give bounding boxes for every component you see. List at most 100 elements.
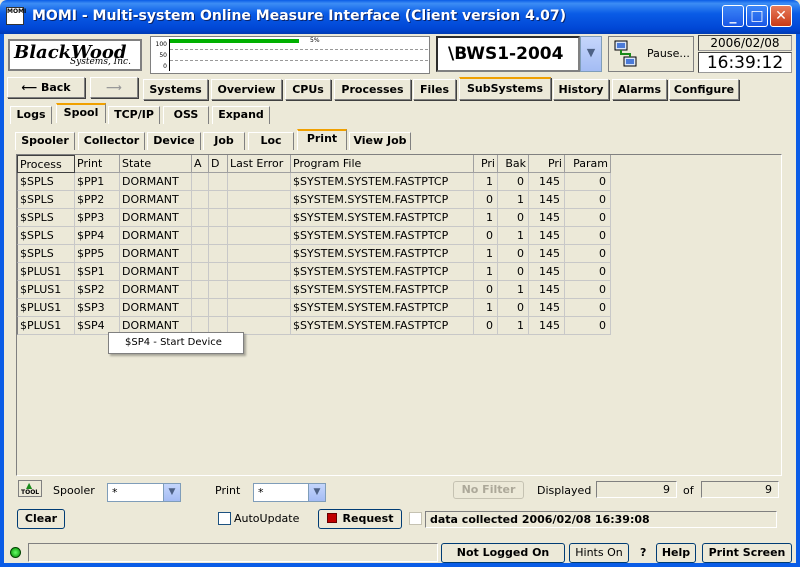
tab-spool[interactable]: Spool xyxy=(56,103,106,123)
table-cell xyxy=(209,299,228,317)
table-cell: 1 xyxy=(474,173,498,191)
collected-checkbox[interactable] xyxy=(409,512,422,525)
table-cell: 0 xyxy=(565,299,611,317)
total-count: 9 xyxy=(701,481,779,498)
tab-logs[interactable]: Logs xyxy=(10,106,52,124)
autoupdate-checkbox[interactable] xyxy=(218,512,231,525)
spooler-filter-label: Spooler xyxy=(53,484,95,497)
back-button[interactable]: ⟵ Back xyxy=(7,77,85,98)
pause-label: Pause... xyxy=(647,47,690,60)
node-selector[interactable]: \BWS1-2004 xyxy=(436,36,580,72)
not-logged-on-button[interactable]: Not Logged On xyxy=(441,543,565,563)
print-screen-button[interactable]: Print Screen xyxy=(702,543,792,563)
table-cell xyxy=(228,209,291,227)
nav-systems[interactable]: Systems xyxy=(143,79,208,100)
table-cell: $PP3 xyxy=(75,209,120,227)
nav-cpus[interactable]: CPUs xyxy=(285,79,331,100)
column-header[interactable]: Process xyxy=(17,155,75,173)
forward-button[interactable]: ⟶ xyxy=(90,77,138,98)
table-cell: $SP2 xyxy=(75,281,120,299)
column-header[interactable]: Last Error xyxy=(228,155,291,173)
nav-subsystems[interactable]: SubSystems xyxy=(459,77,551,100)
tab-view-job[interactable]: View Job xyxy=(349,132,411,150)
graph-scale-min: 0 xyxy=(163,63,167,70)
tool-button[interactable]: ▲ TOOL xyxy=(18,480,42,497)
nav-configure[interactable]: Configure xyxy=(669,79,739,100)
pause-button[interactable]: Pause... xyxy=(608,36,694,72)
table-cell xyxy=(192,245,209,263)
column-header[interactable]: Pri xyxy=(474,155,498,173)
tab-job[interactable]: Job xyxy=(203,132,245,150)
column-header[interactable]: Param xyxy=(565,155,611,173)
table-cell: $PLUS1 xyxy=(17,281,75,299)
table-cell xyxy=(192,173,209,191)
chevron-down-icon[interactable]: ▼ xyxy=(308,484,325,501)
question-icon[interactable]: ? xyxy=(640,546,646,559)
tab-loc[interactable]: Loc xyxy=(248,132,294,150)
table-cell: DORMANT xyxy=(120,173,192,191)
table-cell: 0 xyxy=(565,173,611,191)
minimize-button[interactable]: _ xyxy=(722,5,744,27)
graph-scale-mid: 50 xyxy=(159,52,167,59)
nav-overview[interactable]: Overview xyxy=(211,79,282,100)
no-filter-button[interactable]: No Filter xyxy=(453,481,524,499)
node-dropdown-button[interactable]: ▼ xyxy=(580,36,602,72)
help-button[interactable]: Help xyxy=(656,543,696,563)
column-header[interactable]: D xyxy=(209,155,228,173)
context-menu-start-device[interactable]: $SP4 - Start Device xyxy=(108,332,244,354)
column-header[interactable]: Program File xyxy=(291,155,474,173)
table-cell: $SYSTEM.SYSTEM.FASTPTCP xyxy=(291,209,474,227)
table-cell: $SP3 xyxy=(75,299,120,317)
table-cell: 145 xyxy=(529,209,565,227)
column-header[interactable]: A xyxy=(192,155,209,173)
request-button[interactable]: Request xyxy=(318,509,402,529)
column-header[interactable]: Pri xyxy=(529,155,565,173)
maximize-icon: □ xyxy=(750,8,764,24)
table-cell: 1 xyxy=(498,281,529,299)
window-frame-bottom xyxy=(0,563,800,567)
table-cell: $SYSTEM.SYSTEM.FASTPTCP xyxy=(291,191,474,209)
company-logo: BlackWood Systems, Inc. xyxy=(8,39,142,71)
tab-collector[interactable]: Collector xyxy=(78,132,145,150)
column-header[interactable]: Print xyxy=(75,155,120,173)
table-cell: $PP4 xyxy=(75,227,120,245)
tab-expand[interactable]: Expand xyxy=(212,106,270,124)
nav-alarms[interactable]: Alarms xyxy=(612,79,667,100)
table-cell xyxy=(209,191,228,209)
table-cell: 1 xyxy=(474,299,498,317)
table-cell: 145 xyxy=(529,317,565,335)
nav-processes[interactable]: Processes xyxy=(334,79,411,100)
table-cell: $PP5 xyxy=(75,245,120,263)
spooler-filter-select[interactable]: * ▼ xyxy=(107,483,181,502)
table-cell: 1 xyxy=(498,227,529,245)
title-bar[interactable]: MOMI MOMI - Multi-system Online Measure … xyxy=(0,0,800,34)
tab-oss[interactable]: OSS xyxy=(163,106,209,124)
close-button[interactable]: ✕ xyxy=(770,5,792,27)
tab-print[interactable]: Print xyxy=(297,129,347,150)
column-header[interactable]: State xyxy=(120,155,192,173)
maximize-button[interactable]: □ xyxy=(746,5,768,27)
print-filter-select[interactable]: * ▼ xyxy=(253,483,326,502)
back-arrow-icon: ⟵ xyxy=(21,81,41,94)
table-cell: 1 xyxy=(474,209,498,227)
column-header[interactable]: Bak xyxy=(498,155,529,173)
print-filter-value: * xyxy=(258,486,264,499)
hints-button[interactable]: Hints On xyxy=(569,543,629,563)
window-frame-left xyxy=(0,34,4,567)
table-cell: 1 xyxy=(498,191,529,209)
network-computers-icon xyxy=(614,40,637,67)
tool-label: TOOL xyxy=(21,489,40,496)
nav-history[interactable]: History xyxy=(553,79,609,100)
table-cell xyxy=(228,227,291,245)
table-cell xyxy=(192,209,209,227)
minimize-icon: _ xyxy=(729,8,737,24)
cpu-busy-graph: 100 50 0 5% xyxy=(150,36,430,74)
tab-tcpip[interactable]: TCP/IP xyxy=(108,106,160,124)
nav-files[interactable]: Files xyxy=(413,79,456,100)
tab-device[interactable]: Device xyxy=(147,132,201,150)
table-cell: 145 xyxy=(529,245,565,263)
clear-button[interactable]: Clear xyxy=(17,509,65,529)
table-cell: 0 xyxy=(474,191,498,209)
tab-spooler[interactable]: Spooler xyxy=(15,132,75,150)
chevron-down-icon[interactable]: ▼ xyxy=(163,484,180,501)
